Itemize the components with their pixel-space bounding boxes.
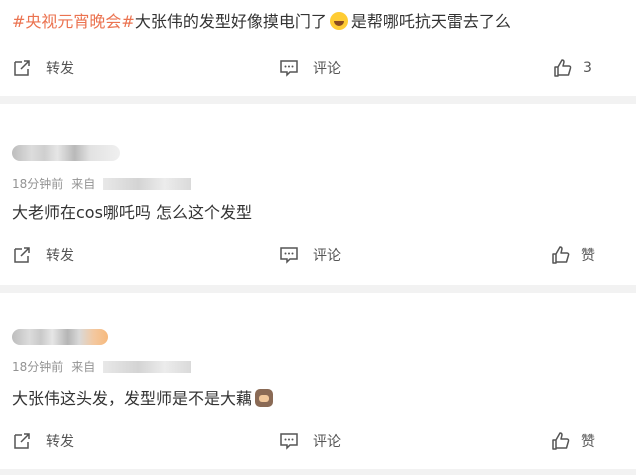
post-text: #央视元宵晚会#大张伟的发型好像摸电门了 是帮哪吒抗天雷去了么 [12,12,511,31]
repost-icon [14,247,30,263]
post-3: 18分钟前 来自 大张伟这头发，发型师是不是大藕 转发 评论 赞 [0,293,636,469]
repost-button[interactable]: 转发 [12,431,74,451]
timestamp: 18分钟前 [12,360,64,374]
username-blurred[interactable] [12,329,108,345]
post-meta: 18分钟前 来自 [12,175,207,192]
like-icon [552,246,570,264]
repost-button[interactable]: 转发 [12,245,74,265]
topic-link[interactable]: #央视元宵晚会# [12,12,135,31]
comment-icon [280,247,298,264]
separator [0,285,636,293]
comment-icon [280,60,298,77]
source-blurred [103,361,192,373]
source: 来自 [71,177,199,191]
post-meta: 18分钟前 来自 [12,358,207,375]
username-blurred[interactable] [12,145,120,161]
comment-button[interactable]: 评论 [279,431,341,451]
post-2: 18分钟前 来自 大老师在cos哪吒吗 怎么这个发型 转发 评论 赞 [0,104,636,285]
source-blurred [103,178,192,190]
comment-button[interactable]: 评论 [279,58,341,78]
timestamp: 18分钟前 [12,177,64,191]
laugh-emoji-icon [329,12,348,30]
post-text: 大老师在cos哪吒吗 怎么这个发型 [12,203,253,222]
like-icon [552,432,570,450]
repost-icon [14,433,30,449]
repost-icon [14,60,30,76]
comment-icon [280,433,298,450]
comment-button[interactable]: 评论 [279,245,341,265]
like-button[interactable]: 3 [553,58,592,78]
like-button[interactable]: 赞 [551,245,595,265]
cat-emoji-icon [255,389,274,407]
separator [0,96,636,104]
separator [0,469,636,475]
repost-button[interactable]: 转发 [12,58,74,78]
source: 来自 [71,360,199,374]
like-button[interactable]: 赞 [551,431,595,451]
post-text: 大张伟这头发，发型师是不是大藕 [12,385,276,409]
post-1: #央视元宵晚会#大张伟的发型好像摸电门了 是帮哪吒抗天雷去了么 转发 评论 3 [0,0,636,96]
like-icon [554,59,572,77]
